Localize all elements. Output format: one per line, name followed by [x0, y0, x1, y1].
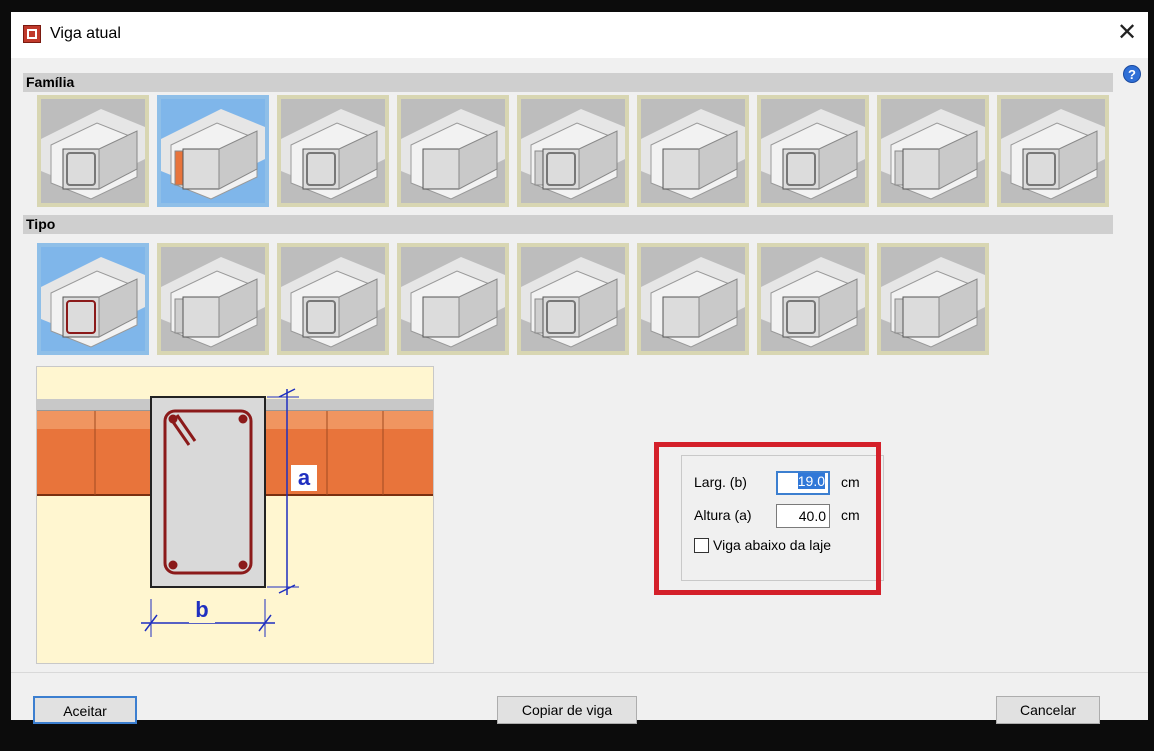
dialog-client: ? Família Tipo a b Larg. (b) 19.0 cm Alt… — [11, 58, 1148, 724]
window-title: Viga atual — [50, 25, 121, 42]
accept-button[interactable]: Aceitar — [33, 696, 137, 724]
copy-beam-button[interactable]: Copiar de viga — [497, 696, 637, 724]
help-icon[interactable]: ? — [1123, 65, 1141, 83]
beam-type-rectangular-icon[interactable] — [37, 243, 149, 355]
beam-type-t-section-icon[interactable] — [517, 243, 629, 355]
beam-dialog: Viga atual ✕ ? Família Tipo a b Larg. (b… — [11, 12, 1148, 724]
beam-family-flat-slab-icon[interactable] — [37, 95, 149, 207]
beam-family-waffle-slab-icon[interactable] — [397, 95, 509, 207]
screenshot-frame: Viga atual ✕ ? Família Tipo a b Larg. (b… — [0, 0, 1154, 751]
beam-family-box-section-icon[interactable] — [637, 95, 749, 207]
beam-family-ceramic-slab-icon[interactable] — [157, 95, 269, 207]
cancel-button[interactable]: Cancelar — [996, 696, 1100, 724]
footer-divider — [11, 672, 1148, 673]
beam-type-double-l-icon[interactable] — [757, 243, 869, 355]
beam-type-inverted-icon[interactable] — [277, 243, 389, 355]
red-highlight-box — [654, 442, 881, 595]
beam-type-flat-icon[interactable] — [157, 243, 269, 355]
app-icon — [23, 25, 41, 43]
beam-family-precast-joist-icon[interactable] — [277, 95, 389, 207]
title-bar: Viga atual ✕ — [11, 12, 1148, 58]
dimension-label-b: b — [189, 597, 215, 623]
beam-type-l-section-icon[interactable] — [397, 243, 509, 355]
beam-family-wall-beam-icon[interactable] — [997, 95, 1109, 207]
beam-family-steel-i-beam-icon[interactable] — [877, 95, 989, 207]
close-icon[interactable]: ✕ — [1114, 20, 1140, 46]
section-header-tipo: Tipo — [23, 215, 1113, 234]
section-header-familia: Família — [23, 73, 1113, 92]
beam-family-embedded-beam-icon[interactable] — [517, 95, 629, 207]
beam-family-plain-slab-icon[interactable] — [757, 95, 869, 207]
beam-section-drawing — [37, 367, 433, 663]
section-preview: a b — [36, 366, 434, 664]
beam-type-rectangular-open-icon[interactable] — [877, 243, 989, 355]
dimension-label-a: a — [291, 465, 317, 491]
beam-type-inverted-t-icon[interactable] — [637, 243, 749, 355]
